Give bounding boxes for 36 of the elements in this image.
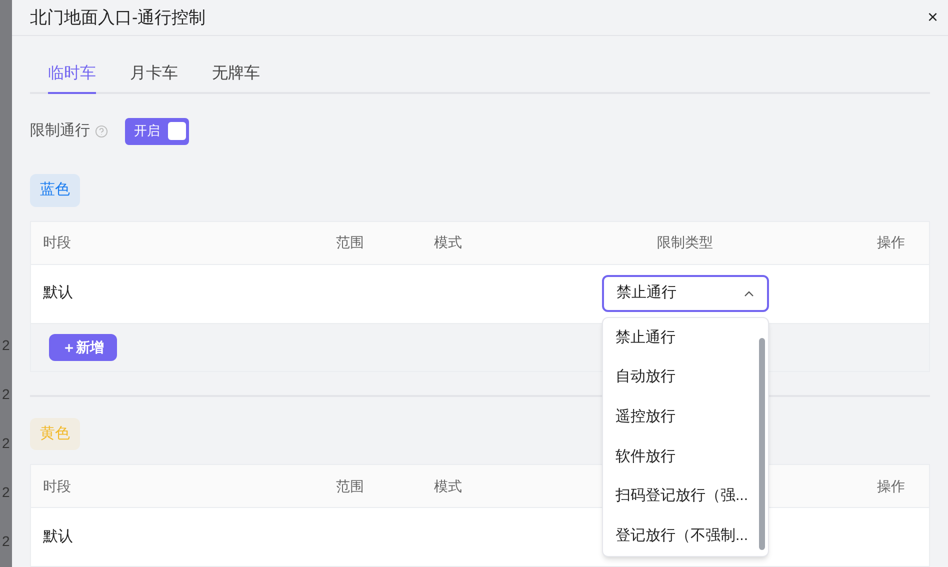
column-header: 范围 — [336, 478, 364, 494]
column-header: 模式 — [434, 478, 462, 494]
toggle-switch[interactable]: 开启 — [125, 118, 189, 144]
column-header: 范围 — [336, 234, 364, 250]
column-header: 限制类型 — [657, 233, 713, 252]
add-button[interactable]: ＋新增 — [49, 334, 117, 360]
dropdown-option[interactable]: 扫码登记放行（强... — [616, 476, 758, 516]
tab[interactable]: 月卡车 — [130, 56, 178, 94]
column-header: 时段 — [43, 234, 71, 250]
dropdown-option[interactable]: 自动放行 — [616, 358, 758, 398]
table-cell: 默认 — [43, 528, 73, 545]
restriction-type-select[interactable]: 禁止通行 — [602, 275, 768, 312]
dropdown-option[interactable]: 禁止通行 — [616, 318, 758, 358]
close-button[interactable]: × — [927, 4, 938, 31]
tab[interactable]: 无牌车 — [212, 56, 260, 94]
help-icon — [95, 124, 108, 138]
column-header: 模式 — [434, 234, 462, 250]
dropdown-option[interactable]: 软件放行 — [616, 437, 758, 477]
color-tag: 黄色 — [30, 418, 80, 450]
dialog-title: 北门地面入口-通行控制 — [30, 6, 206, 29]
background-text: 2 — [1, 532, 11, 551]
column-header: 操作 — [877, 476, 905, 496]
dropdown-option[interactable]: 登记放行（不强制... — [616, 516, 758, 556]
background-text: 2 — [1, 385, 11, 404]
dropdown-option[interactable]: 遥控放行 — [616, 397, 758, 438]
color-tag: 蓝色 — [30, 174, 80, 206]
background-text: 2 — [1, 434, 11, 453]
background-text: 2 — [1, 336, 11, 355]
field-label: 限制通行 — [30, 120, 90, 141]
background-text: 2 — [1, 483, 11, 502]
column-header: 操作 — [877, 233, 905, 252]
scrollbar[interactable] — [758, 338, 764, 550]
chevron-up-icon — [744, 290, 754, 296]
tab[interactable]: 临时车 — [48, 56, 96, 94]
table-cell: 默认 — [43, 284, 73, 302]
column-header: 时段 — [43, 478, 71, 494]
